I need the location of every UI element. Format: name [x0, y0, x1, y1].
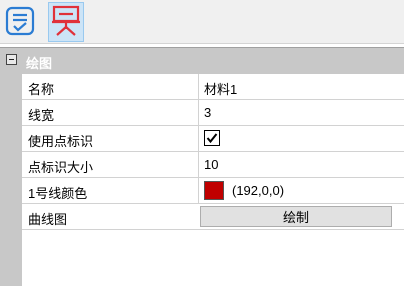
category-label: 绘图	[26, 56, 53, 71]
column-divider[interactable]	[198, 100, 199, 126]
color-value[interactable]: (192,0,0)	[232, 183, 284, 198]
toolbar	[0, 0, 404, 44]
property-label: 线宽	[28, 108, 55, 123]
grid-gutter	[0, 74, 22, 286]
property-row-marker-size[interactable]: 点标识大小 10	[22, 152, 404, 178]
checklist-icon	[5, 6, 35, 39]
color-swatch[interactable]	[204, 181, 224, 200]
presentation-button[interactable]	[48, 2, 84, 42]
property-value[interactable]: 材料1	[204, 79, 237, 98]
property-label: 名称	[28, 82, 55, 97]
property-grid: 绘图 名称 材料1 线宽 3 使用点标识 点标识大小 10 1号线颜色 (192…	[0, 47, 404, 286]
column-divider[interactable]	[198, 152, 199, 178]
checkmark-icon	[206, 133, 218, 144]
presentation-icon	[51, 5, 81, 40]
property-label: 曲线图	[28, 212, 68, 227]
category-header[interactable]: 绘图	[0, 48, 404, 74]
collapse-icon[interactable]	[6, 54, 17, 65]
property-row-use-marker[interactable]: 使用点标识	[22, 126, 404, 152]
draw-button[interactable]: 绘制	[200, 206, 392, 227]
property-row-curve[interactable]: 曲线图 绘制	[22, 204, 404, 230]
property-value[interactable]: 3	[204, 105, 211, 120]
checklist-button[interactable]	[2, 2, 38, 42]
property-row-name[interactable]: 名称 材料1	[22, 74, 404, 100]
property-row-line-color[interactable]: 1号线颜色 (192,0,0)	[22, 178, 404, 204]
property-label: 使用点标识	[28, 134, 94, 149]
column-divider[interactable]	[198, 74, 199, 100]
property-value[interactable]: 10	[204, 157, 218, 172]
property-label: 1号线颜色	[28, 186, 88, 201]
column-divider[interactable]	[198, 178, 199, 204]
column-divider[interactable]	[198, 126, 199, 152]
property-row-line-width[interactable]: 线宽 3	[22, 100, 404, 126]
use-marker-checkbox[interactable]	[204, 130, 220, 146]
property-label: 点标识大小	[28, 160, 94, 175]
